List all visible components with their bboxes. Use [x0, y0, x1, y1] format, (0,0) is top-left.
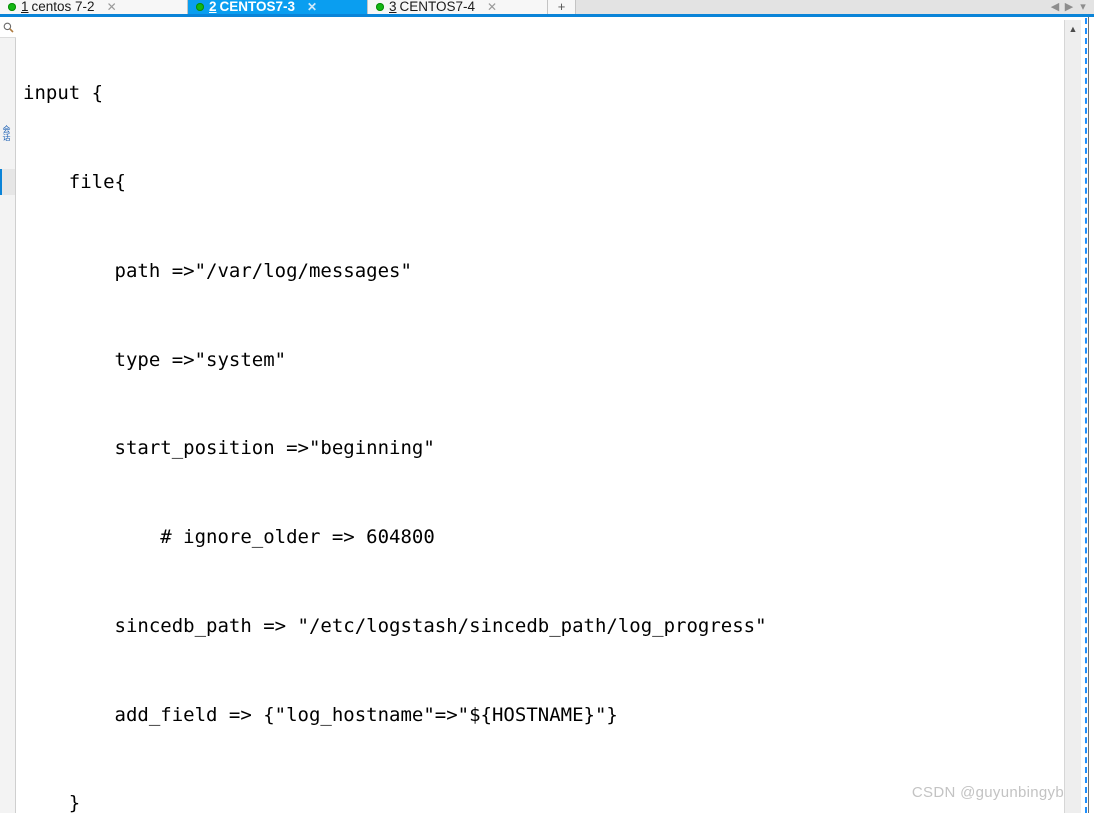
- code-line: file{: [23, 170, 126, 193]
- sidebar-panel-label[interactable]: 会话: [1, 125, 11, 167]
- close-icon[interactable]: ✕: [107, 0, 117, 14]
- tab-label: centos 7-2: [31, 0, 95, 14]
- code-line: path =>"/var/log/messages": [23, 259, 412, 282]
- tab-menu-icon[interactable]: ▾: [1076, 0, 1090, 13]
- tab-label: CENTOS7-3: [219, 0, 296, 14]
- tab-centos-7-2[interactable]: 1 centos 7-2 ✕: [0, 0, 188, 14]
- watermark: CSDN @guyunbingyb: [911, 784, 1064, 801]
- tab-bar-filler: ◀ ▶ ▾: [576, 0, 1094, 14]
- window-right-edge: [1088, 17, 1094, 813]
- code-line: add_field => {"log_hostname"=>"${HOSTNAM…: [23, 703, 618, 726]
- tab-status-dot: [196, 2, 204, 11]
- tab-bar: 1 centos 7-2 ✕ 2 CENTOS7-3 ✕ 3 CENTOS7-4…: [0, 0, 1094, 17]
- code-line: sincedb_path => "/etc/logstash/sincedb_p…: [23, 614, 767, 637]
- tab-centos7-3[interactable]: 2 CENTOS7-3 ✕: [188, 0, 368, 14]
- tab-prev-icon[interactable]: ◀: [1048, 0, 1062, 13]
- tab-label: CENTOS7-4: [399, 0, 476, 14]
- code-line: input {: [23, 82, 104, 105]
- tab-status-dot: [376, 2, 384, 11]
- terminal-screen[interactable]: input { file{ path =>"/var/log/messages"…: [17, 20, 1077, 813]
- tab-number: 2: [209, 0, 217, 14]
- tab-number: 1: [21, 0, 29, 14]
- vertical-scrollbar[interactable]: ▲: [1064, 20, 1081, 813]
- close-icon[interactable]: ✕: [487, 0, 497, 14]
- tab-number: 3: [389, 0, 397, 14]
- code-line: start_position =>"beginning": [23, 437, 435, 460]
- close-icon[interactable]: ✕: [307, 0, 317, 14]
- code-line: type =>"system": [23, 348, 287, 371]
- sidebar-active-tab[interactable]: [0, 169, 15, 195]
- code-line: # ignore_older => 604800: [23, 526, 435, 549]
- selection-dashed-border: [1085, 18, 1087, 813]
- new-tab-button[interactable]: +: [548, 0, 576, 14]
- scroll-up-icon[interactable]: ▲: [1065, 20, 1081, 38]
- tab-centos7-4[interactable]: 3 CENTOS7-4 ✕: [368, 0, 548, 14]
- search-icon-glyph: [3, 22, 14, 33]
- search-icon[interactable]: [0, 17, 16, 38]
- tab-next-icon[interactable]: ▶: [1062, 0, 1076, 13]
- tab-status-dot: [8, 2, 16, 11]
- left-sidebar: 会话: [0, 17, 16, 813]
